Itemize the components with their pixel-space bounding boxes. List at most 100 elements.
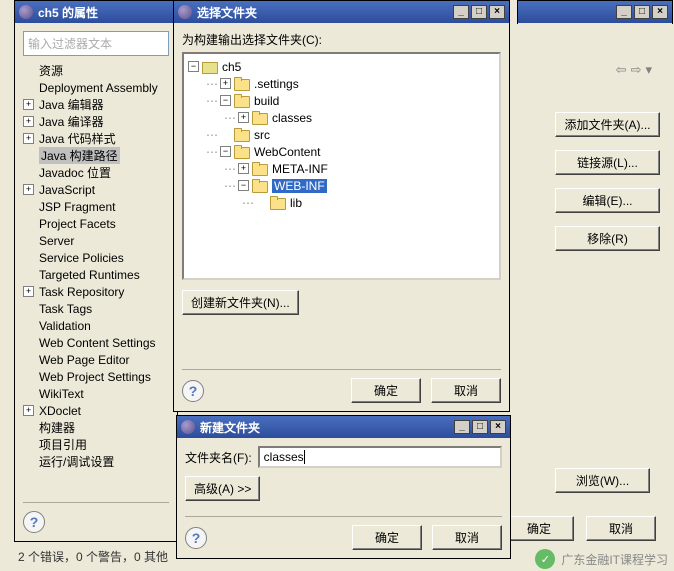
new-folder-titlebar[interactable]: 新建文件夹 _ □ × [177, 416, 510, 438]
select-folder-titlebar[interactable]: 选择文件夹 _ □ × [174, 1, 509, 23]
collapse-icon[interactable]: − [188, 61, 199, 72]
properties-item[interactable]: 项目引用 [39, 436, 87, 453]
close-button[interactable]: × [490, 420, 506, 434]
properties-item[interactable]: Web Content Settings [39, 336, 156, 350]
bg-window-titlebar: _ □ × [517, 0, 673, 24]
folder-icon [234, 77, 250, 90]
instruction-label: 为构建输出选择文件夹(C): [182, 31, 501, 48]
close-button[interactable]: × [489, 5, 505, 19]
new-cancel-button[interactable]: 取消 [432, 525, 502, 550]
dropdown-arrow-icon[interactable]: ▾ [645, 62, 652, 78]
expand-icon[interactable]: + [23, 286, 34, 297]
properties-item[interactable]: Java 代码样式 [39, 130, 116, 147]
new-ok-button[interactable]: 确定 [352, 525, 422, 550]
collapse-icon[interactable]: − [220, 95, 231, 106]
close-button[interactable]: × [652, 5, 668, 19]
main-ok-button[interactable]: 确定 [504, 516, 574, 541]
expand-icon[interactable]: + [23, 99, 34, 110]
filter-input[interactable]: 输入过滤器文本 [23, 31, 169, 56]
properties-item[interactable]: Java 编辑器 [39, 96, 104, 113]
properties-item[interactable]: Project Facets [39, 217, 116, 231]
edit-button[interactable]: 编辑(E)... [555, 188, 660, 213]
properties-item[interactable]: XDoclet [39, 404, 81, 418]
select-folder-title: 选择文件夹 [197, 4, 453, 21]
properties-title: ch5 的属性 [38, 4, 173, 21]
project-icon [202, 60, 218, 73]
folder-icon [234, 145, 250, 158]
maximize-button[interactable]: □ [472, 420, 488, 434]
expand-icon[interactable]: + [23, 116, 34, 127]
expand-icon[interactable]: + [23, 184, 34, 195]
properties-item[interactable]: Server [39, 234, 74, 248]
minimize-button[interactable]: _ [616, 5, 632, 19]
new-folder-window: 新建文件夹 _ □ × 文件夹名(F): classes 高级(A) >> ? … [176, 415, 511, 559]
browse-button[interactable]: 浏览(W)... [555, 468, 650, 493]
properties-item[interactable]: Web Page Editor [39, 353, 130, 367]
folder-tree[interactable]: −ch5 ⋯+.settings ⋯−build ⋯+classes ⋯src … [182, 52, 501, 280]
tree-node[interactable]: ch5 [222, 60, 241, 74]
wechat-icon: ✓ [535, 549, 555, 569]
eclipse-icon [19, 5, 33, 19]
properties-item[interactable]: Java 构建路径 [39, 147, 120, 164]
folder-icon [234, 94, 250, 107]
properties-item[interactable]: Targeted Runtimes [39, 268, 140, 282]
tree-node[interactable]: META-INF [272, 162, 328, 176]
properties-titlebar[interactable]: ch5 的属性 [15, 1, 177, 23]
properties-tree[interactable]: 资源 Deployment Assembly + Java 编辑器 + Java 编译器 +… [23, 62, 169, 496]
folder-name-label: 文件夹名(F): [185, 449, 252, 466]
tree-node[interactable]: WebContent [254, 145, 321, 159]
help-icon[interactable]: ? [185, 527, 207, 549]
tree-node[interactable]: .settings [254, 77, 299, 91]
properties-item[interactable]: WikiText [39, 387, 84, 401]
expand-icon[interactable]: + [220, 78, 231, 89]
help-icon[interactable]: ? [182, 380, 204, 402]
folder-icon [252, 179, 268, 192]
properties-item[interactable]: Deployment Assembly [39, 81, 158, 95]
tree-node[interactable]: lib [290, 196, 302, 210]
help-icon[interactable]: ? [23, 511, 45, 533]
add-folder-button[interactable]: 添加文件夹(A)... [555, 112, 660, 137]
select-cancel-button[interactable]: 取消 [431, 378, 501, 403]
back-arrow-icon[interactable]: ⇦ [616, 62, 627, 78]
eclipse-icon [181, 420, 195, 434]
properties-item[interactable]: Service Policies [39, 251, 124, 265]
properties-item[interactable]: JavaScript [39, 183, 95, 197]
expand-icon[interactable]: + [23, 405, 34, 416]
properties-item[interactable]: Javadoc 位置 [39, 164, 111, 181]
properties-item[interactable]: Task Repository [39, 285, 124, 299]
tree-node[interactable]: build [254, 94, 279, 108]
remove-button[interactable]: 移除(R) [555, 226, 660, 251]
expand-icon[interactable]: + [238, 163, 249, 174]
fwd-arrow-icon[interactable]: ⇨ [631, 62, 642, 78]
link-source-button[interactable]: 链接源(L)... [555, 150, 660, 175]
select-ok-button[interactable]: 确定 [351, 378, 421, 403]
watermark: ✓ 广东金融IT课程学习 [535, 549, 668, 569]
minimize-button[interactable]: _ [453, 5, 469, 19]
properties-item[interactable]: Java 编译器 [39, 113, 104, 130]
properties-item[interactable]: 运行/调试设置 [39, 453, 114, 470]
properties-item[interactable]: JSP Fragment [39, 200, 115, 214]
properties-item[interactable]: 构建器 [39, 419, 75, 436]
main-cancel-button[interactable]: 取消 [586, 516, 656, 541]
tree-node[interactable]: src [254, 128, 270, 142]
expand-icon[interactable]: + [238, 112, 249, 123]
collapse-icon[interactable]: − [238, 180, 249, 191]
side-button-panel: 添加文件夹(A)... 链接源(L)... 编辑(E)... 移除(R) [555, 112, 660, 251]
properties-window: ch5 的属性 输入过滤器文本 资源 Deployment Assembly + Ja… [14, 0, 178, 542]
collapse-icon[interactable]: − [220, 146, 231, 157]
maximize-button[interactable]: □ [634, 5, 650, 19]
properties-item[interactable]: Validation [39, 319, 91, 333]
folder-name-input[interactable]: classes [258, 446, 502, 468]
properties-item[interactable]: Web Project Settings [39, 370, 151, 384]
properties-item[interactable]: Task Tags [39, 302, 92, 316]
eclipse-icon [178, 5, 192, 19]
advanced-button[interactable]: 高级(A) >> [185, 476, 260, 501]
tree-node[interactable]: classes [272, 111, 312, 125]
maximize-button[interactable]: □ [471, 5, 487, 19]
minimize-button[interactable]: _ [454, 420, 470, 434]
properties-item[interactable]: 资源 [39, 62, 63, 79]
create-folder-button[interactable]: 创建新文件夹(N)... [182, 290, 299, 315]
tree-node-selected[interactable]: WEB-INF [272, 179, 327, 193]
expand-icon[interactable]: + [23, 133, 34, 144]
new-folder-title: 新建文件夹 [200, 419, 454, 436]
